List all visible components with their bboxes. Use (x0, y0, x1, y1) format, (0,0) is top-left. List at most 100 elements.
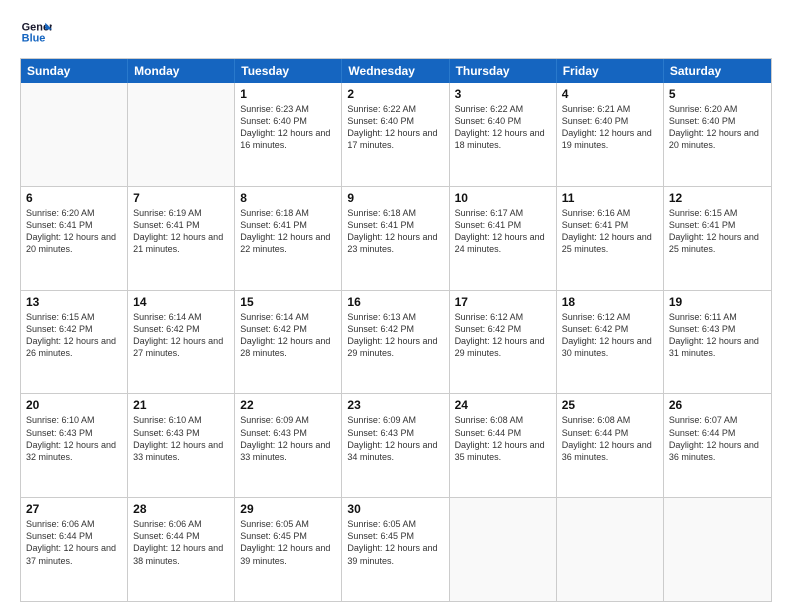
day-number: 29 (240, 502, 336, 516)
cell-info: Sunrise: 6:20 AMSunset: 6:40 PMDaylight:… (669, 103, 766, 152)
page: General Blue SundayMondayTuesdayWednesda… (0, 0, 792, 612)
cell-info: Sunrise: 6:08 AMSunset: 6:44 PMDaylight:… (455, 414, 551, 463)
calendar-day-9: 9 Sunrise: 6:18 AMSunset: 6:41 PMDaylight… (342, 187, 449, 290)
cell-info: Sunrise: 6:13 AMSunset: 6:42 PMDaylight:… (347, 311, 443, 360)
day-number: 15 (240, 295, 336, 309)
day-number: 21 (133, 398, 229, 412)
cell-info: Sunrise: 6:14 AMSunset: 6:42 PMDaylight:… (240, 311, 336, 360)
calendar-day-8: 8 Sunrise: 6:18 AMSunset: 6:41 PMDaylight… (235, 187, 342, 290)
day-number: 9 (347, 191, 443, 205)
calendar-day-2: 2 Sunrise: 6:22 AMSunset: 6:40 PMDaylight… (342, 83, 449, 186)
calendar-day-27: 27 Sunrise: 6:06 AMSunset: 6:44 PMDayligh… (21, 498, 128, 601)
calendar-row-0: 1Sunrise: 6:23 AMSunset: 6:40 PMDaylight… (21, 83, 771, 186)
cell-info: Sunrise: 6:23 AMSunset: 6:40 PMDaylight:… (240, 103, 336, 152)
calendar-empty-cell (450, 498, 557, 601)
day-number: 28 (133, 502, 229, 516)
cell-info: Sunrise: 6:06 AMSunset: 6:44 PMDaylight:… (26, 518, 122, 567)
day-number: 13 (26, 295, 122, 309)
day-number: 3 (455, 87, 551, 101)
calendar-day-18: 18 Sunrise: 6:12 AMSunset: 6:42 PMDayligh… (557, 291, 664, 394)
day-number: 23 (347, 398, 443, 412)
day-number: 7 (133, 191, 229, 205)
cell-info: Sunrise: 6:20 AMSunset: 6:41 PMDaylight:… (26, 207, 122, 256)
calendar-day-30: 30 Sunrise: 6:05 AMSunset: 6:45 PMDayligh… (342, 498, 449, 601)
day-number: 27 (26, 502, 122, 516)
calendar-day-7: 7 Sunrise: 6:19 AMSunset: 6:41 PMDaylight… (128, 187, 235, 290)
calendar-day-26: 26Sunrise: 6:07 AMSunset: 6:44 PMDayligh… (664, 394, 771, 497)
cell-info: Sunrise: 6:07 AMSunset: 6:44 PMDaylight:… (669, 414, 766, 463)
weekday-header-tuesday: Tuesday (235, 59, 342, 83)
day-number: 25 (562, 398, 658, 412)
day-number: 2 (347, 87, 443, 101)
calendar-day-4: 4Sunrise: 6:21 AMSunset: 6:40 PMDaylight… (557, 83, 664, 186)
calendar-body: 1Sunrise: 6:23 AMSunset: 6:40 PMDaylight… (21, 83, 771, 601)
logo: General Blue (20, 16, 52, 48)
weekday-header-sunday: Sunday (21, 59, 128, 83)
calendar-empty-cell (21, 83, 128, 186)
day-number: 19 (669, 295, 766, 309)
logo-icon: General Blue (20, 16, 52, 48)
weekday-header-thursday: Thursday (450, 59, 557, 83)
svg-text:Blue: Blue (22, 32, 46, 44)
cell-info: Sunrise: 6:12 AMSunset: 6:42 PMDaylight:… (562, 311, 658, 360)
cell-info: Sunrise: 6:06 AMSunset: 6:44 PMDaylight:… (133, 518, 229, 567)
day-number: 17 (455, 295, 551, 309)
calendar-day-29: 29Sunrise: 6:05 AMSunset: 6:45 PMDayligh… (235, 498, 342, 601)
calendar-day-28: 28 Sunrise: 6:06 AMSunset: 6:44 PMDayligh… (128, 498, 235, 601)
calendar-empty-cell (128, 83, 235, 186)
calendar-day-20: 20Sunrise: 6:10 AMSunset: 6:43 PMDayligh… (21, 394, 128, 497)
day-number: 22 (240, 398, 336, 412)
calendar-day-23: 23 Sunrise: 6:09 AMSunset: 6:43 PMDayligh… (342, 394, 449, 497)
day-number: 30 (347, 502, 443, 516)
cell-info: Sunrise: 6:09 AMSunset: 6:43 PMDaylight:… (240, 414, 336, 463)
calendar-day-13: 13 Sunrise: 6:15 AMSunset: 6:42 PMDayligh… (21, 291, 128, 394)
cell-info: Sunrise: 6:18 AMSunset: 6:41 PMDaylight:… (240, 207, 336, 256)
cell-info: Sunrise: 6:08 AMSunset: 6:44 PMDaylight:… (562, 414, 658, 463)
day-number: 24 (455, 398, 551, 412)
day-number: 20 (26, 398, 122, 412)
calendar: SundayMondayTuesdayWednesdayThursdayFrid… (20, 58, 772, 602)
calendar-day-15: 15 Sunrise: 6:14 AMSunset: 6:42 PMDayligh… (235, 291, 342, 394)
day-number: 4 (562, 87, 658, 101)
day-number: 10 (455, 191, 551, 205)
calendar-day-25: 25 Sunrise: 6:08 AMSunset: 6:44 PMDayligh… (557, 394, 664, 497)
cell-info: Sunrise: 6:16 AMSunset: 6:41 PMDaylight:… (562, 207, 658, 256)
cell-info: Sunrise: 6:15 AMSunset: 6:41 PMDaylight:… (669, 207, 766, 256)
weekday-header-wednesday: Wednesday (342, 59, 449, 83)
calendar-day-21: 21 Sunrise: 6:10 AMSunset: 6:43 PMDayligh… (128, 394, 235, 497)
cell-info: Sunrise: 6:22 AMSunset: 6:40 PMDaylight:… (347, 103, 443, 152)
day-number: 12 (669, 191, 766, 205)
cell-info: Sunrise: 6:14 AMSunset: 6:42 PMDaylight:… (133, 311, 229, 360)
cell-info: Sunrise: 6:15 AMSunset: 6:42 PMDaylight:… (26, 311, 122, 360)
weekday-header-friday: Friday (557, 59, 664, 83)
calendar-day-6: 6 Sunrise: 6:20 AMSunset: 6:41 PMDaylight… (21, 187, 128, 290)
cell-info: Sunrise: 6:10 AMSunset: 6:43 PMDaylight:… (133, 414, 229, 463)
calendar-day-17: 17Sunrise: 6:12 AMSunset: 6:42 PMDayligh… (450, 291, 557, 394)
cell-info: Sunrise: 6:09 AMSunset: 6:43 PMDaylight:… (347, 414, 443, 463)
calendar-row-2: 13 Sunrise: 6:15 AMSunset: 6:42 PMDayligh… (21, 290, 771, 394)
header: General Blue (20, 16, 772, 48)
cell-info: Sunrise: 6:19 AMSunset: 6:41 PMDaylight:… (133, 207, 229, 256)
day-number: 14 (133, 295, 229, 309)
calendar-row-4: 27 Sunrise: 6:06 AMSunset: 6:44 PMDayligh… (21, 497, 771, 601)
day-number: 5 (669, 87, 766, 101)
calendar-row-3: 20 Sunrise: 6:10 AMSunset: 6:43 PMDayligh… (21, 393, 771, 497)
calendar-day-11: 11Sunrise: 6:16 AMSunset: 6:41 PMDayligh… (557, 187, 664, 290)
calendar-day-14: 14 Sunrise: 6:14 AMSunset: 6:42 PMDayligh… (128, 291, 235, 394)
cell-info: Sunrise: 6:17 AMSunset: 6:41 PMDaylight:… (455, 207, 551, 256)
calendar-day-12: 12 Sunrise: 6:15 AMSunset: 6:41 PMDayligh… (664, 187, 771, 290)
day-number: 18 (562, 295, 658, 309)
calendar-empty-cell (557, 498, 664, 601)
calendar-day-5: 5 Sunrise: 6:20 AMSunset: 6:40 PMDaylight… (664, 83, 771, 186)
cell-info: Sunrise: 6:22 AMSunset: 6:40 PMDaylight:… (455, 103, 551, 152)
calendar-day-24: 24 Sunrise: 6:08 AMSunset: 6:44 PMDayligh… (450, 394, 557, 497)
weekday-header-monday: Monday (128, 59, 235, 83)
calendar-day-16: 16Sunrise: 6:13 AMSunset: 6:42 PMDayligh… (342, 291, 449, 394)
day-number: 8 (240, 191, 336, 205)
calendar-day-19: 19Sunrise: 6:11 AMSunset: 6:43 PMDayligh… (664, 291, 771, 394)
calendar-row-1: 6 Sunrise: 6:20 AMSunset: 6:41 PMDaylight… (21, 186, 771, 290)
day-number: 6 (26, 191, 122, 205)
cell-info: Sunrise: 6:05 AMSunset: 6:45 PMDaylight:… (347, 518, 443, 567)
cell-info: Sunrise: 6:18 AMSunset: 6:41 PMDaylight:… (347, 207, 443, 256)
calendar-header: SundayMondayTuesdayWednesdayThursdayFrid… (21, 59, 771, 83)
